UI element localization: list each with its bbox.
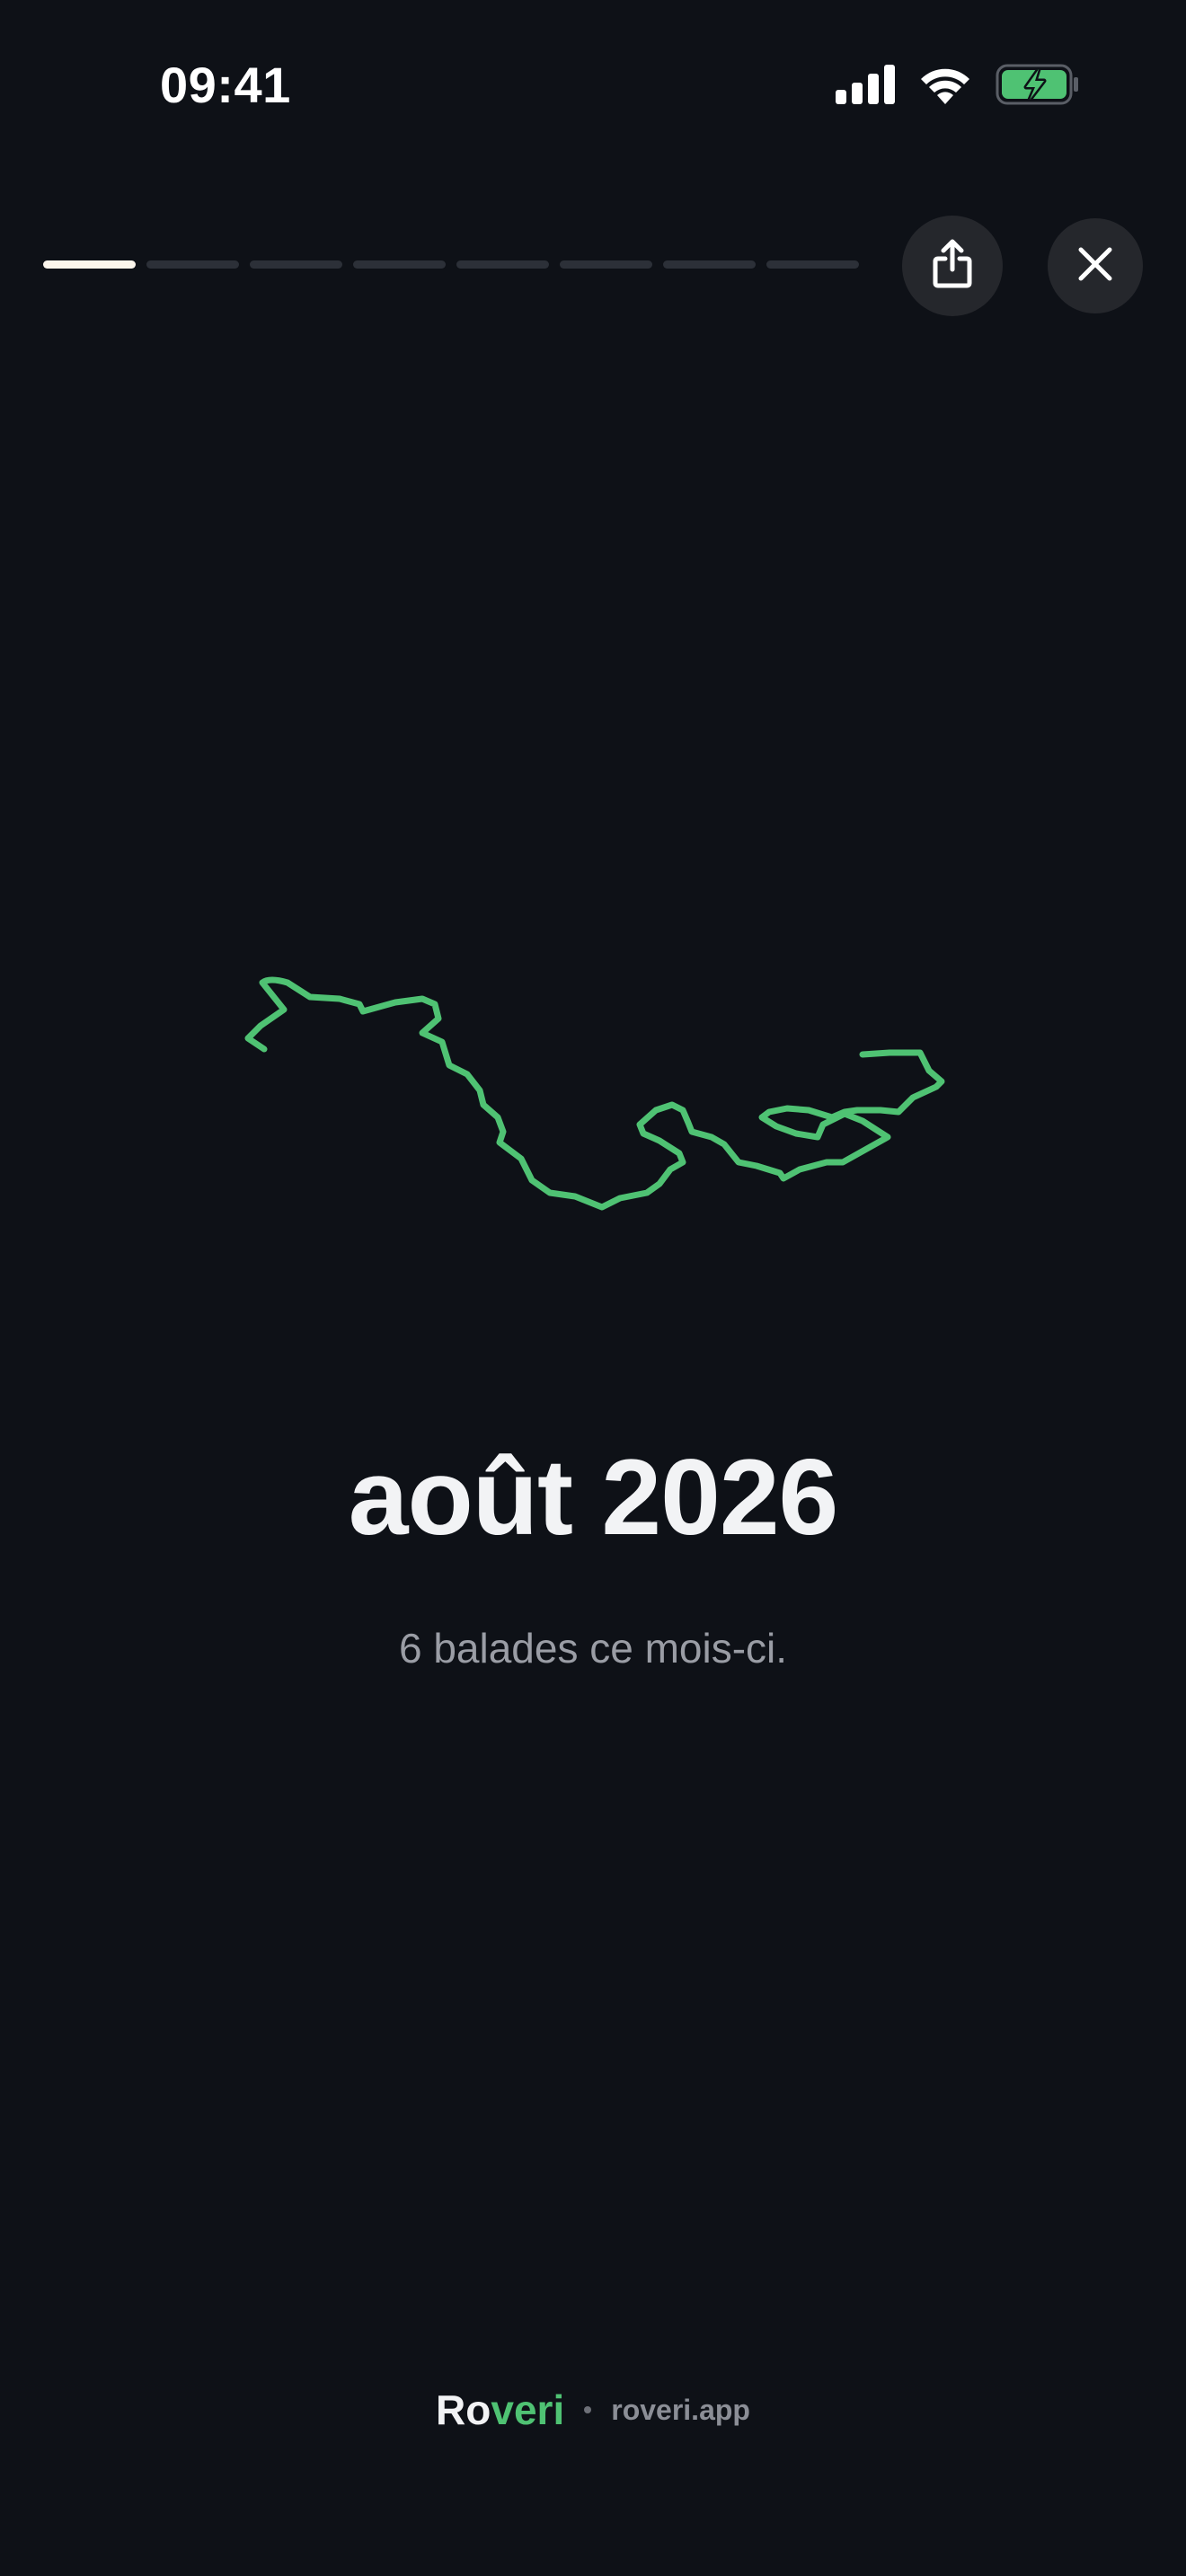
progress-segment bbox=[560, 260, 652, 269]
signal-icon bbox=[836, 64, 895, 109]
walk-count-subtitle: 6 balades ce mois-ci. bbox=[398, 1625, 788, 1672]
share-icon bbox=[931, 239, 974, 294]
close-icon bbox=[1077, 246, 1113, 287]
progress-segment bbox=[250, 260, 342, 269]
status-time: 09:41 bbox=[160, 57, 291, 113]
close-button[interactable] bbox=[1048, 218, 1143, 313]
progress-segment bbox=[353, 260, 446, 269]
brand-logo: Roveri bbox=[436, 2386, 564, 2434]
share-button[interactable] bbox=[902, 216, 1003, 316]
wifi-icon bbox=[918, 65, 972, 109]
progress-segment bbox=[663, 260, 756, 269]
brand-part1: Ro bbox=[436, 2386, 491, 2433]
route-trace bbox=[244, 976, 945, 1211]
progress-segment bbox=[146, 260, 239, 269]
progress-segment bbox=[43, 260, 136, 269]
site-url: roveri.app bbox=[611, 2393, 750, 2426]
route-path bbox=[244, 976, 945, 1211]
brand-part2: veri bbox=[491, 2386, 565, 2433]
story-screen: 09:41 août 2026 6 balades ce mois-ci. Ro… bbox=[0, 0, 1186, 2576]
progress-segment bbox=[456, 260, 549, 269]
progress-segment bbox=[766, 260, 859, 269]
battery-charging-icon bbox=[996, 64, 1080, 110]
story-progress bbox=[43, 260, 859, 269]
footer: Roveri roveri.app bbox=[0, 2386, 1186, 2434]
status-icons bbox=[836, 63, 1080, 110]
separator-dot bbox=[584, 2406, 592, 2413]
page-title: août 2026 bbox=[348, 1437, 839, 1557]
